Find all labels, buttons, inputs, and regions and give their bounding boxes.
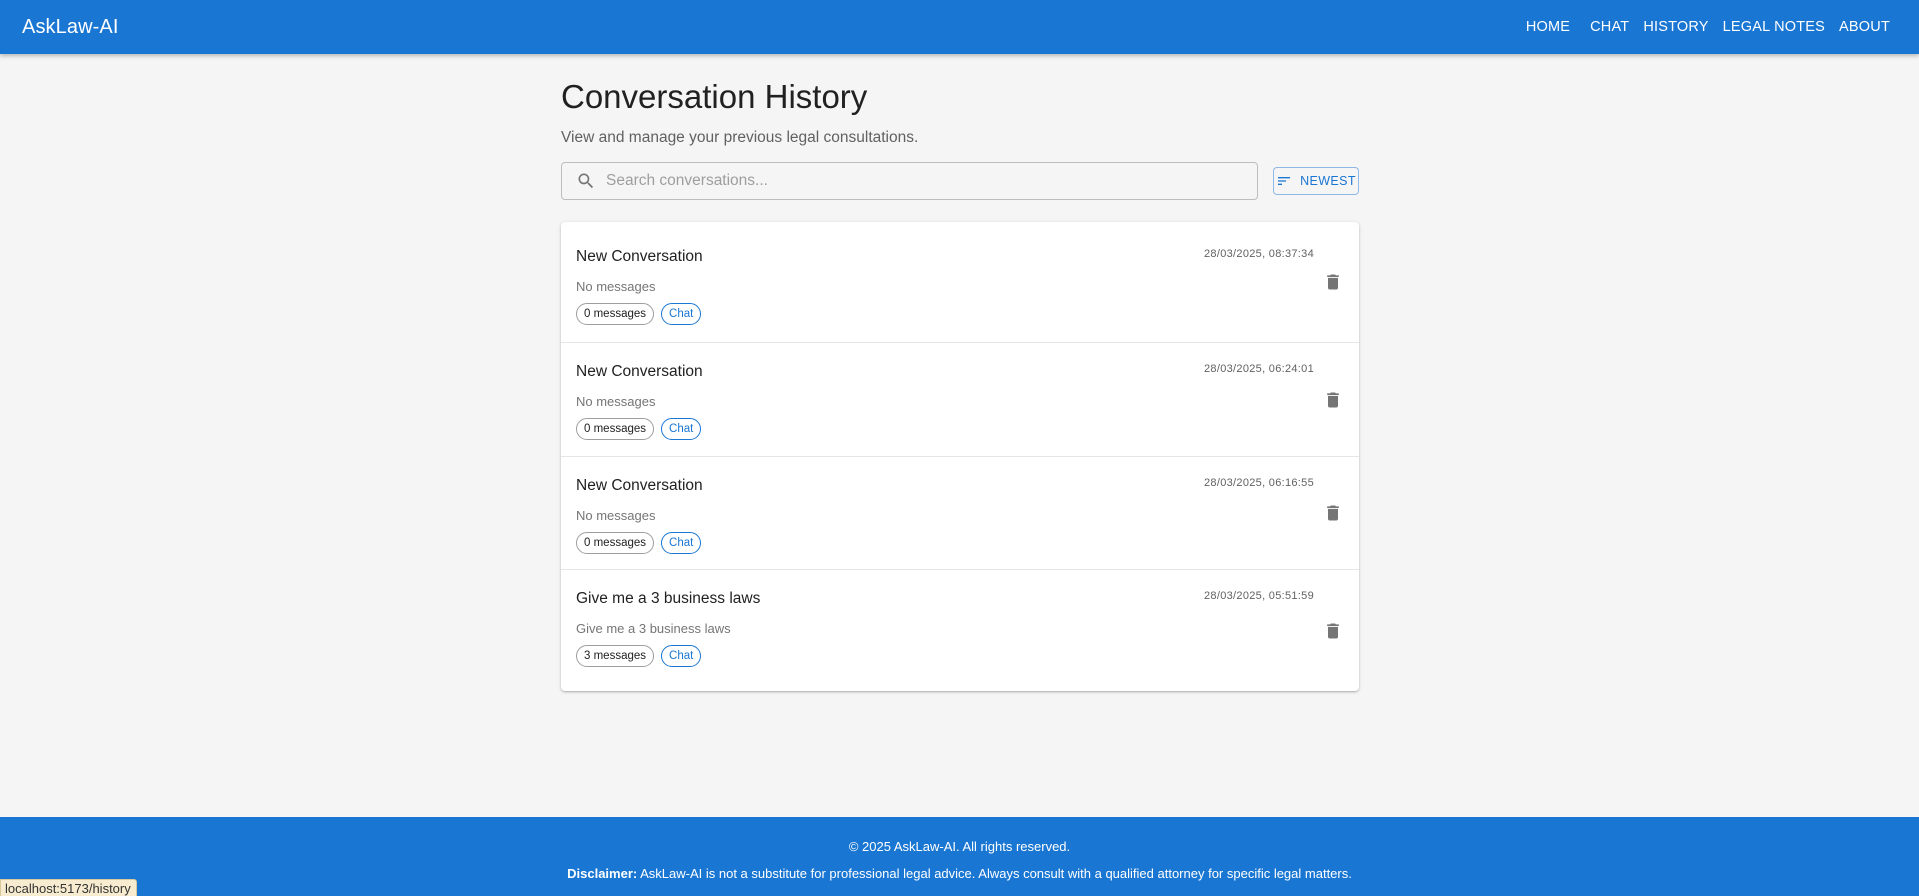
search-field[interactable] xyxy=(561,162,1258,201)
message-count-chip: 3 messages xyxy=(576,645,655,668)
trash-icon xyxy=(1327,392,1339,408)
footer: © 2025 AskLaw-AI. All rights reserved. D… xyxy=(0,817,1919,896)
main-nav: HOME CHAT HISTORY LEGAL NOTES ABOUT xyxy=(1519,0,1897,54)
conversation-item[interactable]: New Conversation No messages 0 messages … xyxy=(561,343,1359,457)
disclaimer-label: Disclaimer: xyxy=(567,866,638,881)
conversation-timestamp: 28/03/2025, 06:24:01 xyxy=(1204,363,1314,376)
trash-icon xyxy=(1327,505,1339,521)
conversation-preview: Give me a 3 business laws xyxy=(576,621,731,637)
type-chip: Chat xyxy=(661,303,702,326)
conversation-item[interactable]: Give me a 3 business laws Give me a 3 bu… xyxy=(561,570,1359,691)
page-subtitle: View and manage your previous legal cons… xyxy=(561,129,919,147)
conversation-preview: No messages xyxy=(576,394,656,410)
conversation-chips: 3 messages Chat xyxy=(576,645,1344,668)
brand-logo[interactable]: AskLaw-AI xyxy=(22,16,119,39)
disclaimer-text: AskLaw-AI is not a substitute for profes… xyxy=(637,866,1352,881)
conversation-timestamp: 28/03/2025, 06:16:55 xyxy=(1204,476,1314,489)
message-count-chip: 0 messages xyxy=(576,418,655,441)
sort-lines-icon xyxy=(1278,177,1291,186)
page-title: Conversation History xyxy=(561,78,868,115)
search-row: NEWEST xyxy=(561,162,1359,201)
conversation-list: New Conversation No messages 0 messages … xyxy=(561,222,1359,692)
type-chip: Chat xyxy=(661,418,702,441)
app-bar: AskLaw-AI HOME CHAT HISTORY LEGAL NOTES … xyxy=(0,0,1919,54)
conversation-chips: 0 messages Chat xyxy=(576,418,1344,441)
conversation-preview: No messages xyxy=(576,279,656,295)
conversation-item[interactable]: New Conversation No messages 0 messages … xyxy=(561,222,1359,344)
sort-label: NEWEST xyxy=(1300,174,1356,189)
message-count-chip: 0 messages xyxy=(576,531,655,554)
conversation-preview: No messages xyxy=(576,507,656,523)
trash-icon xyxy=(1327,274,1339,290)
delete-button[interactable] xyxy=(1321,619,1345,643)
conversation-timestamp: 28/03/2025, 05:51:59 xyxy=(1204,590,1314,603)
type-chip: Chat xyxy=(661,531,702,554)
conversation-chips: 0 messages Chat xyxy=(576,531,1344,554)
nav-legal-notes[interactable]: LEGAL NOTES xyxy=(1716,19,1832,35)
delete-button[interactable] xyxy=(1321,501,1345,525)
message-count-chip: 0 messages xyxy=(576,303,655,326)
delete-button[interactable] xyxy=(1321,270,1345,294)
conversation-timestamp: 28/03/2025, 08:37:34 xyxy=(1204,248,1314,261)
disclaimer: Disclaimer: AskLaw-AI is not a substitut… xyxy=(0,866,1919,881)
nav-about[interactable]: ABOUT xyxy=(1832,19,1897,35)
copyright-text: © 2025 AskLaw-AI. All rights reserved. xyxy=(848,839,1071,854)
sort-newest-button[interactable]: NEWEST xyxy=(1273,167,1359,196)
nav-history[interactable]: HISTORY xyxy=(1636,19,1715,35)
conversation-chips: 0 messages Chat xyxy=(576,303,1344,326)
conversation-item[interactable]: New Conversation No messages 0 messages … xyxy=(561,457,1359,571)
type-chip: Chat xyxy=(661,645,702,668)
search-icon xyxy=(576,171,596,191)
nav-home[interactable]: HOME xyxy=(1519,19,1577,35)
trash-icon xyxy=(1327,623,1339,639)
main-content: Conversation History View and manage you… xyxy=(561,54,1359,692)
status-bar-url: localhost:5173/history xyxy=(0,879,137,896)
search-input[interactable] xyxy=(606,163,1257,200)
nav-chat[interactable]: CHAT xyxy=(1583,19,1636,35)
delete-button[interactable] xyxy=(1321,388,1345,412)
